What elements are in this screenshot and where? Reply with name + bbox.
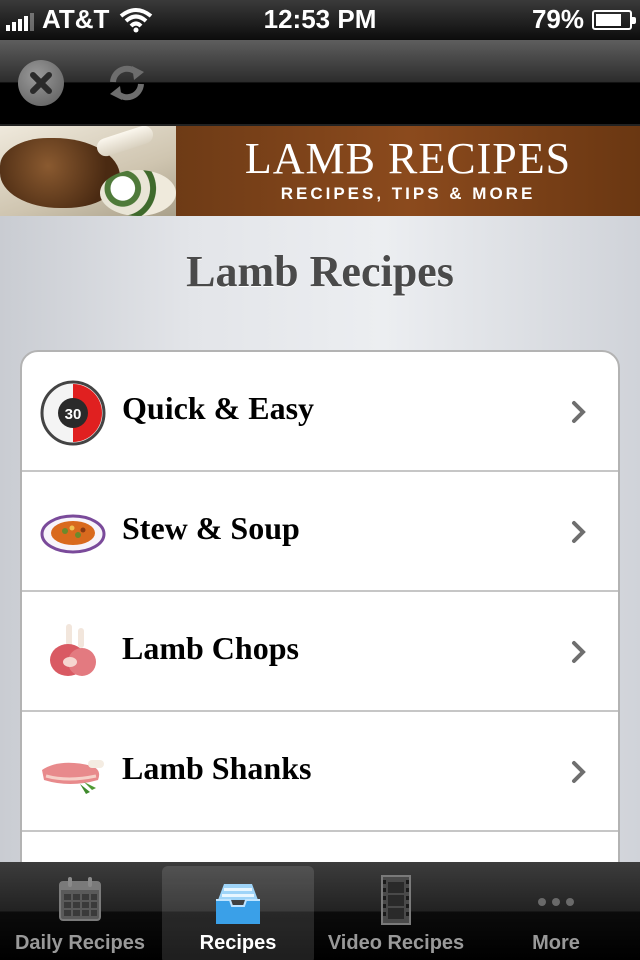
lamb-chops-icon [50, 624, 96, 676]
refresh-button[interactable] [104, 60, 150, 106]
lamb-shanks-icon [42, 760, 104, 794]
chevron-right-icon [572, 761, 586, 783]
status-bar: AT&T 12:53 PM 79% [0, 0, 640, 40]
more-dots-icon [538, 898, 574, 906]
list-item-stew-soup[interactable]: Stew & Soup [22, 472, 618, 592]
list-item-label: Stew & Soup [122, 510, 300, 546]
list-item-label: Lamb Chops [122, 630, 299, 666]
close-button[interactable] [18, 60, 64, 106]
film-icon [381, 875, 411, 925]
list-item-quick-easy[interactable]: 30 Quick & Easy [22, 352, 618, 472]
page-title: Lamb Recipes [186, 247, 454, 296]
tab-bar: Daily Recipes Recipes Video Recipes More [0, 862, 640, 960]
soup-bowl-icon [40, 514, 106, 554]
list-item[interactable] [22, 832, 618, 862]
chevron-right-icon [572, 521, 586, 543]
close-icon [30, 72, 52, 94]
tab-recipes[interactable]: Recipes [162, 866, 314, 960]
tab-daily-recipes[interactable]: Daily Recipes [0, 862, 160, 960]
tab-label: Recipes [199, 932, 277, 954]
banner-subtitle: RECIPES, TIPS & MORE [280, 184, 536, 203]
tab-label: Video Recipes [327, 932, 465, 954]
battery-percent: 79% [531, 4, 584, 34]
timer-30-icon: 30 [40, 380, 106, 446]
battery-fill [596, 13, 622, 26]
inbox-tray-icon [216, 884, 260, 924]
svg-text:30: 30 [65, 406, 82, 423]
recipe-category-list: 30 Quick & Easy Stew & Soup Lamb Chops L… [20, 350, 620, 862]
tab-label: Daily Recipes [14, 932, 146, 954]
list-item-lamb-shanks[interactable]: Lamb Shanks [22, 712, 618, 832]
chevron-right-icon [572, 641, 586, 663]
refresh-icon [110, 65, 144, 101]
list-item-lamb-chops[interactable]: Lamb Chops [22, 592, 618, 712]
banner-text: LAMB RECIPES RECIPES, TIPS & MORE [176, 126, 640, 216]
toolbar [0, 40, 640, 126]
calendar-icon [59, 877, 101, 921]
list-item-label: Quick & Easy [122, 390, 315, 426]
tab-video-recipes[interactable]: Video Recipes [316, 862, 476, 960]
chevron-right-icon [572, 401, 586, 423]
tab-label: More [532, 932, 580, 954]
lamb-recipes-banner[interactable]: LAMB RECIPES RECIPES, TIPS & MORE [0, 126, 640, 216]
status-right: 79% [531, 4, 636, 35]
tab-more[interactable]: More [476, 862, 636, 960]
banner-title: LAMB RECIPES [244, 134, 572, 183]
list-item-label: Lamb Shanks [122, 750, 312, 786]
lamb-shank-photo [0, 126, 176, 216]
battery-icon [592, 9, 636, 30]
content-area[interactable]: Lamb Recipes 30 Quick & Easy Stew & Soup… [0, 216, 640, 862]
